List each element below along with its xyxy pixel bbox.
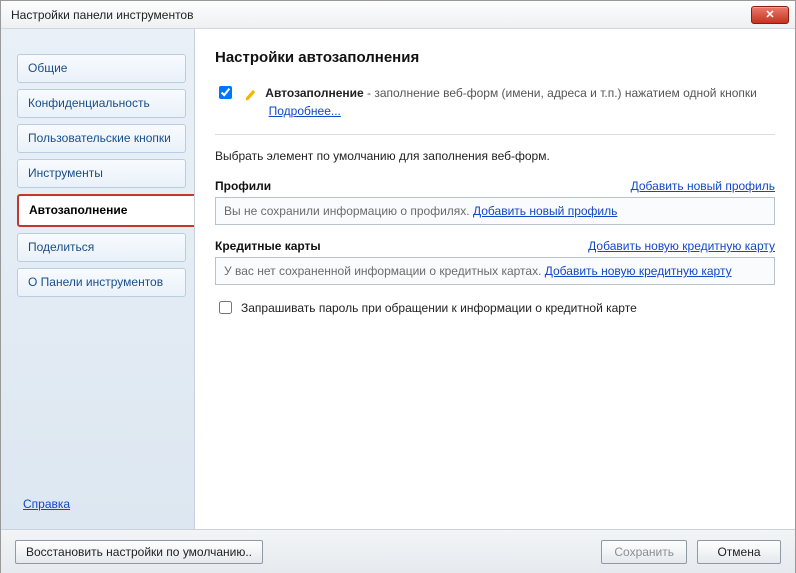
add-card-inline-link[interactable]: Добавить новую кредитную карту [545,264,732,278]
sidebar-item-label: Инструменты [28,166,103,180]
autofill-description: Автозаполнение - заполнение веб-форм (им… [265,84,775,120]
sidebar-item-general[interactable]: Общие [17,54,186,83]
profiles-empty-text: Вы не сохранили информацию о профилях. [224,204,473,218]
sidebar-item-tools[interactable]: Инструменты [17,159,186,188]
profiles-label: Профили [215,179,271,193]
autofill-name: Автозаполнение [265,86,363,100]
add-profile-link[interactable]: Добавить новый профиль [631,179,775,193]
titlebar: Настройки панели инструментов ✕ [1,1,795,29]
learn-more-link[interactable]: Подробнее... [269,104,341,118]
restore-defaults-button[interactable]: Восстановить настройки по умолчанию.. [15,540,263,564]
cards-empty-text: У вас нет сохраненной информации о креди… [224,264,545,278]
sidebar-item-label: Автозаполнение [29,203,127,217]
help-link[interactable]: Справка [23,497,194,511]
cancel-button[interactable]: Отмена [697,540,781,564]
autofill-desc-text: - заполнение веб-форм (имени, адреса и т… [364,86,757,100]
sidebar-item-label: Конфиденциальность [28,96,150,110]
add-card-link[interactable]: Добавить новую кредитную карту [588,239,775,253]
sidebar-item-label: О Панели инструментов [28,275,163,289]
sidebar-item-privacy[interactable]: Конфиденциальность [17,89,186,118]
content-pane: Настройки автозаполнения Автозаполнение … [195,29,795,529]
autofill-checkbox[interactable] [219,86,232,99]
sidebar-item-label: Пользовательские кнопки [28,131,171,145]
ask-password-checkbox[interactable] [219,301,232,314]
window-title: Настройки панели инструментов [11,8,193,22]
save-button[interactable]: Сохранить [601,540,687,564]
sidebar-item-label: Поделиться [28,240,94,254]
default-prompt: Выбрать элемент по умолчанию для заполне… [215,147,775,165]
sidebar-item-share[interactable]: Поделиться [17,233,186,262]
page-title: Настройки автозаполнения [215,49,775,66]
sidebar-item-label: Общие [28,61,67,75]
sidebar: Общие Конфиденциальность Пользовательски… [1,29,195,529]
footer: Восстановить настройки по умолчанию.. Со… [1,529,795,573]
profiles-empty-box: Вы не сохранили информацию о профилях. Д… [215,197,775,225]
close-icon: ✕ [765,8,774,21]
sidebar-item-custom-buttons[interactable]: Пользовательские кнопки [17,124,186,153]
close-button[interactable]: ✕ [751,6,789,24]
ask-password-label: Запрашивать пароль при обращении к инфор… [241,301,637,315]
sidebar-item-autofill[interactable]: Автозаполнение [17,194,194,227]
add-profile-inline-link[interactable]: Добавить новый профиль [473,204,617,218]
cards-empty-box: У вас нет сохраненной информации о креди… [215,257,775,285]
sidebar-item-about[interactable]: О Панели инструментов [17,268,186,297]
cards-label: Кредитные карты [215,239,321,253]
pencil-icon [243,85,257,101]
